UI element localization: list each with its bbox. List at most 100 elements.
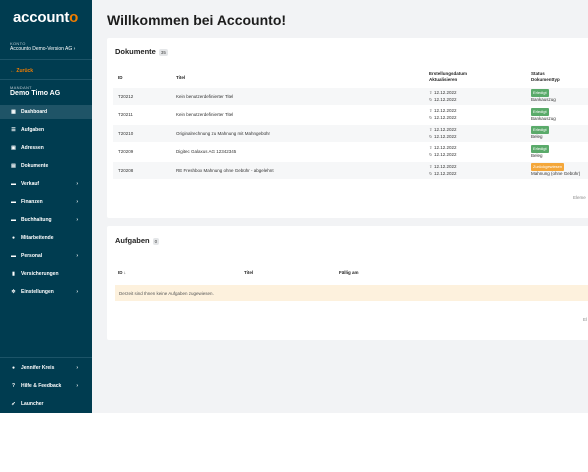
column-header-date[interactable]: Erstellungsdatum Aktualisieren	[429, 71, 467, 83]
documents-title-text: Dokumente	[115, 47, 156, 56]
column-header-title[interactable]: Titel	[176, 75, 185, 81]
document-title: Digitec Galaxus AG 12342345	[176, 149, 237, 154]
document-title: Kein benutzerdefinierter Titel	[176, 112, 234, 117]
created-date: ⇧ 12.12.2022	[429, 90, 457, 96]
sidebar-item-label: Dashboard	[21, 109, 48, 115]
company-name: Accounto Demo-Version AG	[10, 46, 73, 52]
updated-date: ↻ 12.12.2022	[429, 171, 457, 177]
created-date-value: 12.12.2022	[434, 126, 457, 132]
list-icon: ☰	[11, 127, 16, 133]
accounto-logo[interactable]: accounto	[13, 9, 78, 26]
documents-count-badge: 35	[158, 48, 168, 56]
rocket-icon: ➶	[11, 401, 16, 407]
updated-date-value: 12.12.2022	[434, 133, 457, 139]
status-badge: Erledigt	[531, 89, 549, 97]
status-badge-label: Zurückgewiesen	[531, 163, 565, 171]
sidebar-divider	[0, 79, 92, 80]
sidebar-item-label: Dokumente	[21, 163, 49, 169]
tasks-pagination-info: El	[583, 317, 588, 322]
created-date: ⇧ 12.12.2022	[429, 164, 457, 170]
sidebar-item-verkauf[interactable]: ▬ Verkauf ›	[0, 177, 92, 191]
logo-text: account	[13, 9, 70, 26]
document-title: Kein benutzerdefinierter Titel	[176, 93, 234, 99]
chevron-right-icon: ›	[76, 365, 78, 371]
task-column-header-title[interactable]: Titel	[244, 270, 253, 276]
sales-icon: ▬	[11, 181, 16, 187]
address-book-icon: ▣	[11, 145, 16, 151]
sidebar-divider	[0, 357, 92, 358]
document-id: T20211	[118, 112, 133, 117]
sidebar-item-label: Personal	[21, 253, 43, 259]
created-date: ⇧ 12.12.2022	[429, 127, 457, 133]
updated-date: ↻ 12.12.2022	[429, 152, 457, 158]
sidebar-item-hilfe-feedback[interactable]: ? Hilfe & Feedback ›	[0, 379, 92, 393]
document-type: Beleg	[531, 152, 543, 158]
settings-icon: ✲	[11, 289, 16, 295]
employees-icon: ●	[11, 235, 16, 241]
column-header-id[interactable]: ID	[118, 75, 123, 81]
status-badge: Erledigt	[531, 144, 549, 153]
pagination-info: Eleme	[573, 195, 586, 200]
user-icon: ●	[11, 365, 16, 371]
app-window: accounto KONTO Accounto Demo-Version AG …	[0, 0, 588, 413]
documents-title: Dokumente 35	[115, 47, 168, 56]
status-badge-label: Erledigt	[531, 107, 549, 116]
sidebar-item-label: Versicherungen	[21, 271, 59, 277]
finance-icon: ▬	[11, 199, 16, 205]
sidebar-item-versicherungen[interactable]: ▮ Versicherungen	[0, 267, 92, 281]
sidebar-item-personal[interactable]: ▬ Personal ›	[0, 249, 92, 263]
status-badge: Zurückgewiesen	[531, 163, 565, 171]
task-id-header-label: ID	[118, 270, 123, 275]
insurance-icon: ▮	[12, 271, 15, 277]
sidebar-item-jennifer-kreis[interactable]: ● Jennifer Kreis ›	[0, 361, 92, 375]
task-column-header-due[interactable]: Fällig am	[339, 270, 359, 276]
created-date-value: 12.12.2022	[434, 108, 457, 113]
page-title: Willkommen bei Accounto!	[107, 12, 287, 28]
chevron-right-icon: ›	[76, 383, 78, 389]
sidebar-item-finanzen[interactable]: ▬ Finanzen ›	[0, 195, 92, 209]
created-date-value: 12.12.2022	[434, 89, 457, 95]
tasks-title: Aufgaben 0	[115, 236, 160, 245]
help-icon: ?	[11, 383, 16, 389]
document-type: Beleg	[531, 134, 543, 139]
sidebar-item-einstellungen[interactable]: ✲ Einstellungen ›	[0, 285, 92, 299]
back-link[interactable]: ← Zurück	[10, 68, 33, 74]
updated-date: ↻ 12.12.2022	[429, 97, 457, 103]
sidebar: accounto KONTO Accounto Demo-Version AG …	[0, 0, 92, 413]
sidebar-item-dashboard[interactable]: ▦ Dashboard	[0, 105, 92, 119]
company-switcher[interactable]: Accounto Demo-Version AG ›	[10, 46, 75, 52]
document-type: Bankauszug	[531, 97, 556, 102]
status-badge-label: Erledigt	[531, 89, 549, 97]
chevron-right-icon: ›	[73, 46, 76, 52]
column-header-status[interactable]: Status Dokumenttyp	[531, 71, 560, 83]
document-type: Mahnung (ohne Gebühr)	[531, 171, 581, 176]
updated-date: ↻ 12.12.2022	[429, 134, 457, 140]
document-id: T20212	[118, 93, 134, 99]
mandant-name: Demo Timo AG	[10, 90, 61, 97]
dashboard-icon: ▦	[11, 109, 16, 115]
tasks-title-text: Aufgaben	[115, 236, 150, 245]
chevron-right-icon: ›	[76, 253, 78, 259]
document-title: Originalrechnung zu Mahnung mit Mahngebü…	[176, 130, 271, 136]
document-id: T20210	[118, 130, 134, 136]
updated-date-value: 12.12.2022	[434, 152, 457, 157]
sidebar-item-mitarbeitende[interactable]: ● Mitarbeitende	[0, 231, 92, 245]
sidebar-item-buchhaltung[interactable]: ▬ Buchhaltung ›	[0, 213, 92, 227]
sidebar-item-adressen[interactable]: ▣ Adressen	[0, 141, 92, 155]
chevron-right-icon: ›	[76, 289, 78, 295]
chevron-right-icon: ›	[76, 181, 78, 187]
sidebar-item-launcher[interactable]: ➶ Launcher	[0, 397, 92, 411]
sidebar-item-label: Jennifer Kreis	[21, 365, 55, 371]
updated-date-value: 12.12.2022	[434, 96, 457, 102]
document-title: RE Freshbox Mahnung ohne Gebühr - abgele…	[176, 167, 274, 173]
sidebar-item-aufgaben[interactable]: ☰ Aufgaben	[0, 123, 92, 137]
date-header-line2: Aktualisieren	[429, 77, 458, 82]
updated-date-value: 12.12.2022	[434, 115, 457, 120]
sidebar-item-label: Aufgaben	[21, 127, 45, 133]
created-date: ⇧ 12.12.2022	[429, 108, 457, 114]
status-header-line2: Dokumenttyp	[531, 77, 560, 82]
task-column-header-id[interactable]: ID ↓	[118, 270, 126, 276]
sort-arrow-icon: ↓	[123, 270, 127, 275]
arrow-left-icon: ←	[10, 68, 15, 74]
sidebar-item-dokumente[interactable]: ▤ Dokumente	[0, 159, 92, 173]
